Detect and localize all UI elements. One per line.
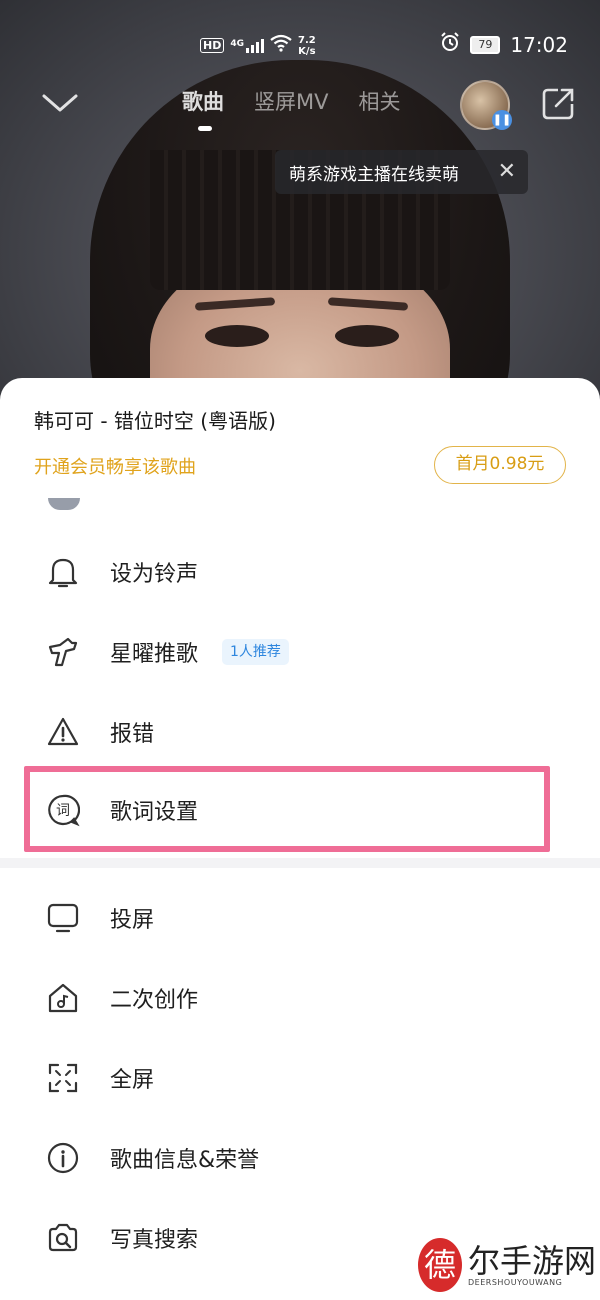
wifi-icon — [270, 34, 292, 57]
more-options-sheet: 韩可可 - 错位时空 (粤语版) 开通会员畅享该歌曲 首月0.98元 设为铃声 … — [0, 378, 600, 1300]
tooltip-text: 萌系游戏主播在线卖萌 — [289, 164, 459, 185]
clock-time: 17:02 — [510, 32, 568, 57]
star-recommend-icon — [44, 633, 82, 671]
lyrics-icon: 词 — [44, 791, 82, 829]
camera-search-icon — [44, 1219, 82, 1257]
background-album-photo — [0, 0, 600, 420]
fullscreen-icon — [44, 1059, 82, 1097]
menu-item-report-error[interactable]: 报错 — [0, 702, 600, 762]
menu-item-label: 全屏 — [110, 1068, 155, 1093]
cast-screen-icon — [44, 899, 82, 937]
signal-icon: 4G — [230, 38, 264, 53]
home-music-icon — [44, 979, 82, 1017]
menu-item-label: 二次创作 — [110, 988, 199, 1013]
vip-promo-link[interactable]: 开通会员畅享该歌曲 — [34, 453, 196, 479]
menu-item-cast-screen[interactable]: 投屏 — [0, 888, 600, 948]
site-watermark: 德 尔手游网 DEERSHOUYOUWANG — [418, 1238, 596, 1292]
song-title: 韩可可 - 错位时空 (粤语版) — [34, 409, 276, 433]
watermark-text: 尔手游网 — [468, 1241, 597, 1280]
menu-item-label: 投屏 — [110, 908, 155, 933]
recommend-count-badge: 1人推荐 — [222, 639, 289, 665]
tab-song[interactable]: 歌曲 — [182, 86, 224, 131]
menu-item-set-ringtone[interactable]: 设为铃声 — [0, 542, 600, 602]
section-divider — [0, 858, 600, 868]
menu-item-song-info[interactable]: 歌曲信息&荣誉 — [0, 1128, 600, 1188]
tab-related[interactable]: 相关 — [358, 86, 400, 116]
info-icon — [44, 1139, 82, 1177]
share-icon[interactable] — [540, 86, 576, 122]
warning-icon — [44, 713, 82, 751]
menu-item-label: 设为铃声 — [110, 562, 199, 587]
live-indicator-icon: ❚❚ — [492, 110, 512, 130]
tooltip-close-icon[interactable]: ✕ — [498, 159, 516, 184]
alarm-icon — [440, 32, 460, 57]
vip-price-button[interactable]: 首月0.98元 — [434, 446, 566, 484]
partial-hidden-icon — [48, 498, 80, 510]
hd-indicator: HD — [200, 38, 225, 53]
menu-item-lyrics-settings[interactable]: 词 歌词设置 — [0, 780, 600, 840]
live-streamer-avatar[interactable]: ❚❚ — [460, 80, 512, 130]
menu-item-label: 歌词设置 — [110, 800, 199, 825]
menu-item-fullscreen[interactable]: 全屏 — [0, 1048, 600, 1108]
bell-icon — [44, 553, 82, 591]
menu-item-label: 歌曲信息&荣誉 — [110, 1148, 260, 1173]
menu-item-label: 星曜推歌 — [110, 642, 199, 667]
svg-text:词: 词 — [56, 803, 70, 819]
player-tabs: 歌曲 竖屏MV 相关 — [182, 86, 400, 131]
streamer-tooltip: 萌系游戏主播在线卖萌 ✕ — [275, 150, 528, 194]
watermark-seal: 德 — [418, 1238, 462, 1292]
player-top-nav: 歌曲 竖屏MV 相关 ❚❚ — [0, 80, 600, 131]
network-speed: 7.2 K/s — [298, 34, 316, 57]
tab-vertical-mv[interactable]: 竖屏MV — [254, 86, 328, 116]
menu-item-label: 写真搜索 — [110, 1228, 199, 1253]
collapse-chevron-down-icon[interactable] — [40, 88, 80, 118]
menu-item-remix[interactable]: 二次创作 — [0, 968, 600, 1028]
status-bar: HD 4G 7.2 K/s 79 17:02 — [0, 30, 600, 60]
menu-item-star-recommend[interactable]: 星曜推歌 1人推荐 — [0, 622, 600, 682]
menu-item-label: 报错 — [110, 722, 155, 747]
battery-icon: 79 — [470, 35, 501, 54]
